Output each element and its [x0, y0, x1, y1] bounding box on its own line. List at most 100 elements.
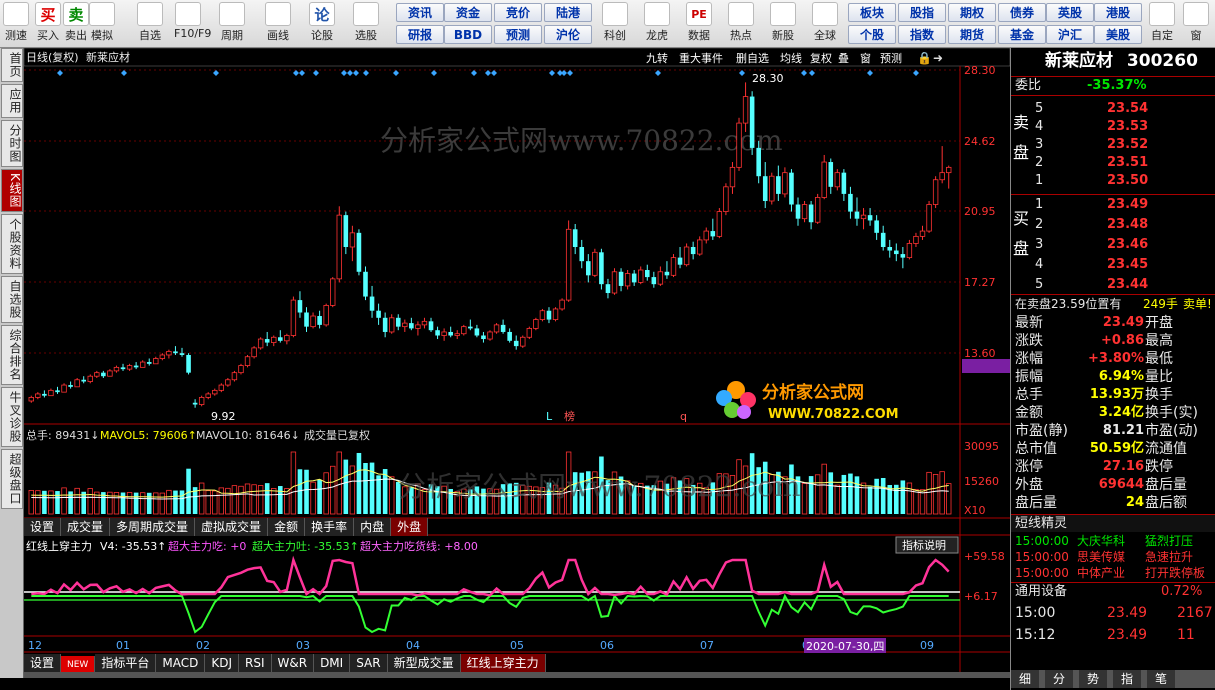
- header-button-2[interactable]: 删自选: [736, 52, 769, 65]
- quote-tab-0[interactable]: 细: [1011, 670, 1039, 688]
- link-2[interactable]: 竞价: [494, 3, 542, 22]
- select-button[interactable]: 选股: [352, 2, 380, 43]
- sell-button[interactable]: 卖卖出: [62, 2, 90, 43]
- link-0[interactable]: 资讯: [396, 3, 444, 22]
- side-tab-8[interactable]: 超级盘口: [1, 448, 23, 509]
- side-tab-1[interactable]: 应用: [1, 84, 23, 118]
- event-diamond[interactable]: [867, 70, 873, 76]
- event-diamond[interactable]: [561, 70, 567, 76]
- event-diamond[interactable]: [801, 70, 807, 76]
- clock-button[interactable]: 周期: [218, 2, 246, 43]
- header-button-4[interactable]: 复权: [810, 51, 832, 65]
- event-diamond[interactable]: [913, 70, 919, 76]
- indicator-tab-1[interactable]: 指标平台: [95, 654, 157, 672]
- event-diamond[interactable]: [549, 70, 555, 76]
- buy-button[interactable]: 买买入: [34, 2, 62, 43]
- event-diamond[interactable]: [57, 70, 63, 76]
- event-diamond[interactable]: [567, 70, 573, 76]
- market-link-3[interactable]: 债券: [998, 3, 1046, 22]
- event-diamond[interactable]: [213, 70, 219, 76]
- mark-l[interactable]: L: [546, 410, 553, 423]
- kechuang-button[interactable]: 科创: [598, 2, 632, 43]
- market-link-2[interactable]: 期权: [948, 3, 996, 22]
- event-diamond[interactable]: [299, 70, 305, 76]
- event-diamond[interactable]: [121, 70, 127, 76]
- header-button-0[interactable]: 九转: [646, 51, 668, 65]
- volume-tab-3[interactable]: 虚拟成交量: [195, 518, 269, 536]
- event-diamond[interactable]: [431, 70, 437, 76]
- link2-0[interactable]: 研报: [396, 25, 444, 44]
- market-link-5[interactable]: 港股: [1094, 3, 1142, 22]
- volume-tab-4[interactable]: 金额: [268, 518, 306, 536]
- chart-area[interactable]: 日线(复权) 新莱应材 九转 重大事件 删自选 均线 复权叠窗预测 🔒 ➜ 分析家公式网…: [24, 48, 1010, 678]
- quote-tab-4[interactable]: 笔: [1147, 670, 1175, 688]
- header-button-3[interactable]: 均线: [780, 51, 802, 65]
- market-link2-4[interactable]: 沪汇: [1046, 25, 1094, 44]
- market-link-1[interactable]: 股指: [898, 3, 946, 22]
- event-diamond[interactable]: [363, 70, 369, 76]
- indicator-tab-8[interactable]: 新型成交量: [387, 654, 461, 672]
- side-tab-4[interactable]: 个股资料: [1, 213, 23, 274]
- link2-3[interactable]: 沪伦: [544, 25, 592, 44]
- side-tab-6[interactable]: 综合排名: [1, 324, 23, 385]
- volume-tab-6[interactable]: 内盘: [354, 518, 392, 536]
- sell-row[interactable]: 2 23.51: [1011, 154, 1215, 172]
- indicator-tab-5[interactable]: W&R: [271, 654, 315, 672]
- indicator-tab-6[interactable]: DMI: [314, 654, 351, 672]
- market-link2-1[interactable]: 指数: [898, 25, 946, 44]
- buy-row[interactable]: 3 23.46: [1011, 236, 1215, 254]
- event-markers[interactable]: [57, 70, 919, 76]
- sprite-title[interactable]: 短线精灵: [1015, 515, 1067, 533]
- header-button-5[interactable]: 叠: [838, 52, 849, 65]
- sprite-row[interactable]: 15:00:00 中体产业 打开跌停板: [1011, 564, 1215, 582]
- market-link2-5[interactable]: 美股: [1094, 25, 1142, 44]
- volume-tab-5[interactable]: 换手率: [305, 518, 355, 536]
- f10-button[interactable]: F10/F9: [174, 2, 211, 40]
- indicator-help-button[interactable]: 指标说明: [902, 538, 946, 552]
- dots-button[interactable]: 测速: [2, 2, 30, 43]
- volume-tab-0[interactable]: 设置: [24, 518, 62, 536]
- buy-row[interactable]: 4 23.45: [1011, 256, 1215, 274]
- event-diamond[interactable]: [313, 70, 319, 76]
- link-3[interactable]: 陆港: [544, 3, 592, 22]
- chart-canvas[interactable]: 日线(复权) 新莱应材 九转 重大事件 删自选 均线 复权叠窗预测 🔒 ➜ 分析家公式网…: [24, 48, 1010, 678]
- link2-1[interactable]: BBD: [444, 25, 492, 44]
- hot-button[interactable]: 热点: [724, 2, 758, 43]
- window-button[interactable]: 窗: [1182, 2, 1210, 43]
- event-diamond[interactable]: [739, 70, 745, 76]
- pe-button[interactable]: PE 数据: [682, 2, 716, 43]
- dragon-button[interactable]: 龙虎: [640, 2, 674, 43]
- volume-tab-2[interactable]: 多周期成交量: [110, 518, 196, 536]
- buy-row[interactable]: 5 23.44: [1011, 276, 1215, 294]
- quote-tab-1[interactable]: 分: [1045, 670, 1073, 688]
- discuss-button[interactable]: 论论股: [308, 2, 336, 43]
- side-tab-5[interactable]: 自选股: [1, 275, 23, 323]
- hammer-button[interactable]: 模拟: [88, 2, 116, 43]
- star-button[interactable]: 自选: [136, 2, 164, 43]
- side-tab-7[interactable]: 牛叉诊股: [1, 386, 23, 447]
- event-diamond[interactable]: [293, 70, 299, 76]
- header-button-1[interactable]: 重大事件: [679, 51, 723, 65]
- side-tab-0[interactable]: 首页: [1, 48, 23, 82]
- quote-tab-3[interactable]: 指: [1113, 670, 1141, 688]
- custom-button[interactable]: 自定: [1148, 2, 1176, 43]
- link-1[interactable]: 资金: [444, 3, 492, 22]
- sell-row[interactable]: 5 23.54: [1011, 100, 1215, 118]
- buy-row[interactable]: 2 23.48: [1011, 216, 1215, 234]
- header-button-7[interactable]: 预测: [880, 52, 902, 65]
- event-diamond[interactable]: [353, 70, 359, 76]
- indicator-tab-7[interactable]: SAR: [350, 654, 388, 672]
- buy-row[interactable]: 1 23.49: [1011, 196, 1215, 214]
- mark-bang[interactable]: 榜: [564, 409, 575, 423]
- sell-row[interactable]: 1 23.50: [1011, 172, 1215, 190]
- mark-q[interactable]: q: [680, 410, 687, 423]
- event-diamond[interactable]: [347, 70, 353, 76]
- market-link-4[interactable]: 英股: [1046, 3, 1094, 22]
- indicator-tab-0[interactable]: 设置: [24, 654, 62, 672]
- sell-row[interactable]: 3 23.52: [1011, 136, 1215, 154]
- event-diamond[interactable]: [655, 70, 661, 76]
- market-link2-2[interactable]: 期货: [948, 25, 996, 44]
- event-diamond[interactable]: [341, 70, 347, 76]
- header-button-6[interactable]: 窗: [860, 51, 871, 65]
- quote-tab-2[interactable]: 势: [1079, 670, 1107, 688]
